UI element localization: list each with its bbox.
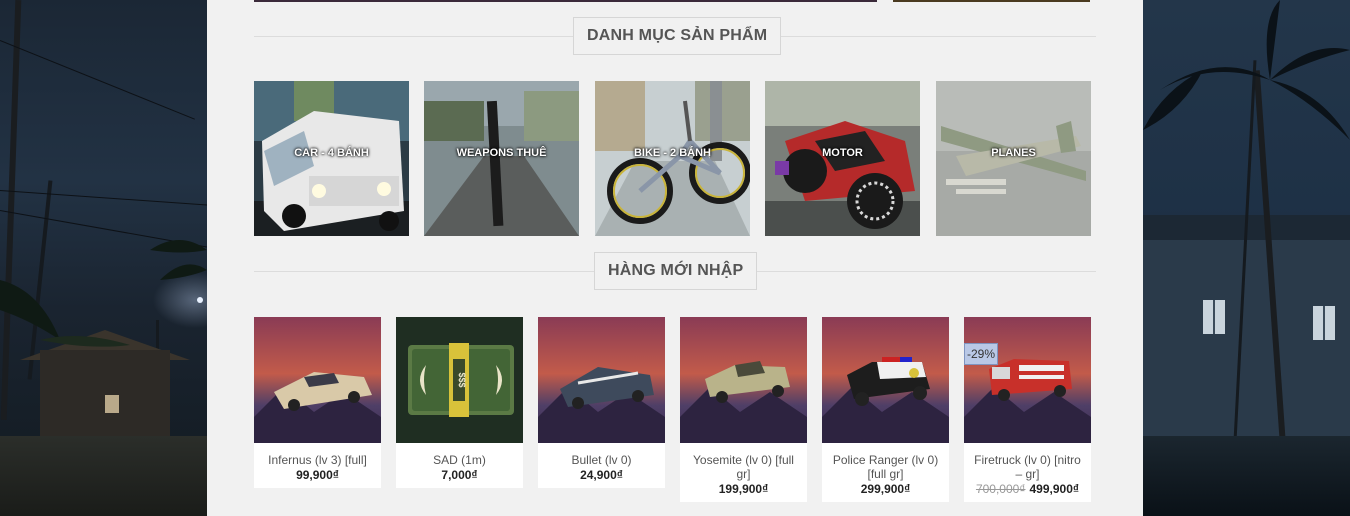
product-price: 7,000₫ — [396, 467, 523, 488]
product-name[interactable]: Infernus (lv 3) [full] — [254, 443, 381, 467]
product-current-price: 99,900₫ — [296, 468, 339, 482]
pickup-truck-image — [680, 317, 807, 443]
product-current-price: 24,900₫ — [580, 468, 623, 482]
category-label-bike: BIKE - 2 BÁNH — [633, 147, 711, 159]
category-tile-car[interactable]: CAR - 4 BÁNH — [254, 81, 409, 236]
product-card[interactable]: Infernus (lv 3) [full] 99,900₫ — [254, 317, 381, 488]
product-card[interactable]: $$$ SAD (1m) 7,000₫ — [396, 317, 523, 488]
product-name[interactable]: Firetruck (lv 0) [nitro – gr] — [964, 443, 1091, 481]
category-label-weapons: WEAPONS THUÊ — [456, 147, 547, 159]
category-tile-weapons[interactable]: WEAPONS THUÊ — [424, 81, 579, 236]
product-name[interactable]: Bullet (lv 0) — [538, 443, 665, 467]
money-stack-image: $$$ — [396, 317, 523, 443]
product-price: 299,900₫ — [822, 481, 949, 502]
categories-section-title: DANH MỤC SẢN PHẨM — [573, 17, 782, 55]
product-thumbnail[interactable]: -29% — [964, 317, 1091, 443]
top-banner-edge-left — [254, 0, 877, 2]
product-price: 24,900₫ — [538, 467, 665, 488]
sports-car-image — [254, 317, 381, 443]
firetruck-image — [964, 317, 1091, 443]
category-label-planes: PLANES — [991, 147, 1036, 159]
background-right-scenery — [1143, 0, 1350, 516]
product-price: 99,900₫ — [254, 467, 381, 488]
category-label-motor: MOTOR — [822, 147, 863, 159]
new-products-section-header: HÀNG MỚI NHẬP — [254, 252, 1096, 290]
category-label-car: CAR - 4 BÁNH — [294, 147, 369, 159]
main-content-panel: DANH MỤC SẢN PHẨM CAR - 4 BÁNH WEAPONS T… — [207, 0, 1143, 516]
product-name[interactable]: Police Ranger (lv 0) [full gr] — [822, 443, 949, 481]
product-card[interactable]: Bullet (lv 0) 24,900₫ — [538, 317, 665, 488]
sale-badge: -29% — [964, 343, 999, 365]
product-price: 199,900₫ — [680, 481, 807, 502]
category-tile-planes[interactable]: PLANES — [936, 81, 1091, 236]
product-current-price: 199,900₫ — [718, 482, 769, 496]
background-left-scenery — [0, 0, 207, 516]
product-card[interactable]: Police Ranger (lv 0) [full gr] 299,900₫ — [822, 317, 949, 502]
product-thumbnail[interactable] — [254, 317, 381, 443]
sports-car-image — [538, 317, 665, 443]
police-suv-image — [822, 317, 949, 443]
svg-text:$$$: $$$ — [457, 372, 467, 387]
product-price: 700,000₫ 499,900₫ — [964, 481, 1091, 502]
product-thumbnail[interactable] — [680, 317, 807, 443]
product-thumbnail[interactable] — [538, 317, 665, 443]
product-card[interactable]: Yosemite (lv 0) [full gr] 199,900₫ — [680, 317, 807, 502]
categories-section-header: DANH MỤC SẢN PHẨM — [254, 17, 1096, 55]
product-card[interactable]: -29% Firetruck (lv 0) [nitro – gr] 700,0… — [964, 317, 1091, 502]
product-name[interactable]: SAD (1m) — [396, 443, 523, 467]
product-current-price: 299,900₫ — [860, 482, 911, 496]
new-products-section-title: HÀNG MỚI NHẬP — [594, 252, 758, 290]
product-current-price: 499,900₫ — [1029, 482, 1080, 496]
product-thumbnail[interactable] — [822, 317, 949, 443]
product-current-price: 7,000₫ — [441, 468, 478, 482]
top-banner-edge-right — [893, 0, 1090, 2]
category-tile-bike[interactable]: BIKE - 2 BÁNH — [595, 81, 750, 236]
product-thumbnail[interactable]: $$$ — [396, 317, 523, 443]
category-tile-motor[interactable]: MOTOR — [765, 81, 920, 236]
product-name[interactable]: Yosemite (lv 0) [full gr] — [680, 443, 807, 481]
product-old-price: 700,000₫ — [975, 482, 1026, 496]
